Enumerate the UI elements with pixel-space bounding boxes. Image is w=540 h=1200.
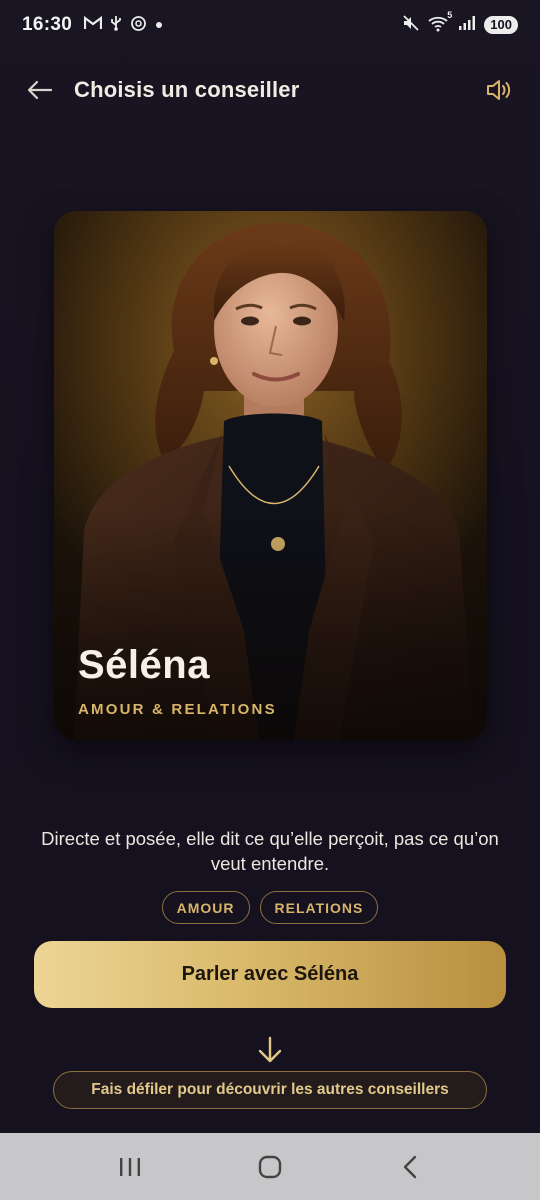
recents-button[interactable] xyxy=(110,1147,150,1187)
advisor-card[interactable]: Séléna AMOUR & RELATIONS xyxy=(54,211,487,740)
advisor-specialty: AMOUR & RELATIONS xyxy=(78,701,277,718)
status-time: 16:30 xyxy=(22,14,73,35)
arrow-left-icon xyxy=(27,80,53,100)
tag-chip-amour: AMOUR xyxy=(161,891,250,924)
openai-icon xyxy=(130,15,147,36)
advisor-description: Directe et posée, elle dit ce qu’elle pe… xyxy=(41,828,499,874)
home-icon xyxy=(258,1155,282,1178)
status-notification-icons xyxy=(84,15,163,36)
gmail-icon xyxy=(84,15,103,34)
system-back-button[interactable] xyxy=(390,1147,430,1187)
scroll-hint-button[interactable]: Fais défiler pour découvrir les autres c… xyxy=(53,1071,487,1109)
dot-icon xyxy=(155,17,163,33)
mute-icon xyxy=(402,14,420,36)
tag-list: AMOUR RELATIONS xyxy=(0,891,540,924)
sound-toggle-button[interactable] xyxy=(482,73,516,107)
back-button[interactable] xyxy=(24,74,56,106)
talk-with-advisor-button[interactable]: Parler avec Séléna xyxy=(34,941,506,1008)
usb-icon xyxy=(110,15,122,35)
signal-icon xyxy=(458,15,476,35)
advisor-name: Séléna xyxy=(78,643,210,687)
recents-icon xyxy=(120,1157,140,1176)
status-system-icons: 5 100 xyxy=(402,10,518,36)
advisor-selection-screen: 16:30 5 100 Choisis un conseiller Séléna… xyxy=(0,0,540,1200)
system-navigation-bar xyxy=(0,1133,540,1200)
back-chevron-icon xyxy=(403,1155,417,1178)
status-bar: 16:30 5 100 xyxy=(0,0,540,50)
app-header: Choisis un conseiller xyxy=(0,60,540,120)
arrow-down-icon xyxy=(254,1034,286,1066)
speaker-icon xyxy=(487,80,511,100)
battery-indicator: 100 xyxy=(484,16,518,34)
wifi-icon: 5 xyxy=(428,10,452,36)
page-title: Choisis un conseiller xyxy=(74,77,300,102)
tag-chip-relations: RELATIONS xyxy=(259,891,379,924)
home-button[interactable] xyxy=(250,1147,290,1187)
wifi-band-label: 5 xyxy=(447,9,453,20)
